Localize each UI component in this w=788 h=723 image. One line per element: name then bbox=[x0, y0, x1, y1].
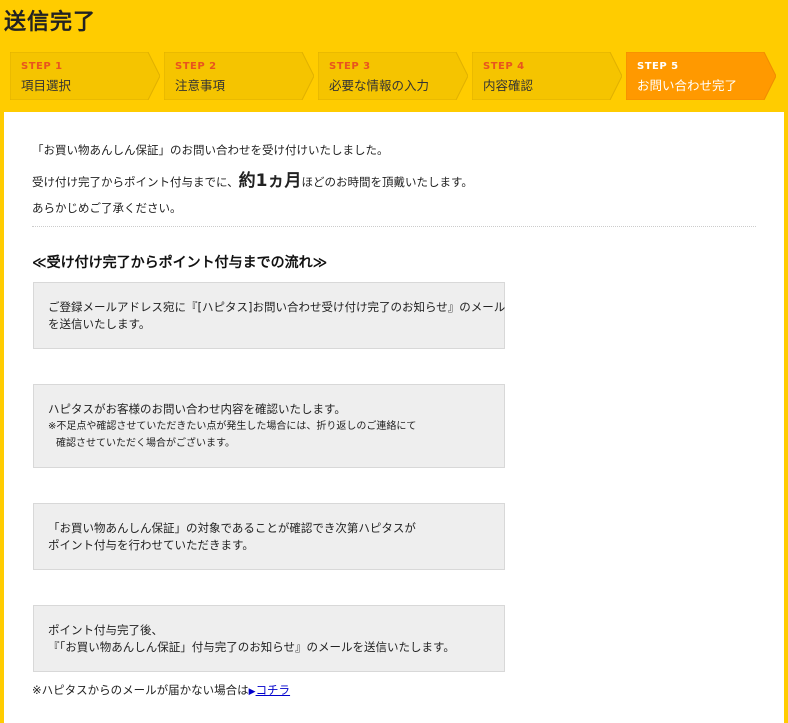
flow-heading: ≪受け付け完了からポイント付与までの流れ≫ bbox=[32, 255, 328, 271]
flow-step-2-note-2: 確認させていただく場合がございます。 bbox=[56, 438, 235, 449]
step-4: STEP 4 内容確認 bbox=[472, 52, 622, 100]
intro-line-2-post: ほどのお時間を頂戴いたします。 bbox=[301, 175, 473, 189]
flow-step-4-line-2: 『「お買い物あんしん保証」付与完了のお知らせ』のメールを送信いたします。 bbox=[48, 640, 455, 654]
link-arrow-icon: ▶ bbox=[248, 687, 256, 697]
intro-line-2-pre: 受け付け完了からポイント付与までに、 bbox=[32, 175, 239, 189]
contact-link[interactable]: コチラ bbox=[256, 683, 291, 697]
flow-step-1-line-1: ご登録メールアドレス宛に『[ハピタス]お問い合わせ受け付け完了のお知らせ』のメー… bbox=[48, 300, 506, 314]
step-5: STEP 5 お問い合わせ完了 bbox=[626, 52, 776, 100]
step-3-label: 必要な情報の入力 bbox=[329, 78, 430, 93]
contact-note: ※ハピタスからのメールが届かない場合は▶コチラ bbox=[32, 682, 290, 698]
step-3: STEP 3 必要な情報の入力 bbox=[318, 52, 468, 100]
intro-line-1: 「お買い物あんしん保証」のお問い合わせを受け付けいたしました。 bbox=[32, 143, 389, 157]
step-3-number: STEP 3 bbox=[329, 61, 371, 72]
page-title: 送信完了 bbox=[4, 10, 97, 35]
flow-step-3-line-1: 「お買い物あんしん保証」の対象であることが確認でき次第ハピタスが bbox=[48, 521, 416, 535]
flow-step-box-3: 「お買い物あんしん保証」の対象であることが確認でき次第ハピタスが ポイント付与を… bbox=[33, 503, 505, 570]
flow-step-box-4: ポイント付与完了後、 『「お買い物あんしん保証」付与完了のお知らせ』のメールを送… bbox=[33, 605, 505, 672]
intro-period-emphasis: 約1ヵ月 bbox=[238, 171, 302, 191]
step-2: STEP 2 注意事項 bbox=[164, 52, 314, 100]
flow-step-4-line-1: ポイント付与完了後、 bbox=[48, 623, 163, 637]
step-5-label: お問い合わせ完了 bbox=[637, 78, 738, 93]
flow-step-box-1: ご登録メールアドレス宛に『[ハピタス]お問い合わせ受け付け完了のお知らせ』のメー… bbox=[33, 282, 505, 349]
step-1-label: 項目選択 bbox=[21, 78, 72, 93]
step-2-label: 注意事項 bbox=[175, 78, 226, 93]
step-5-number: STEP 5 bbox=[637, 61, 679, 72]
step-4-label: 内容確認 bbox=[483, 78, 534, 93]
step-progress-bar: STEP 1 項目選択 STEP 2 注意事項 STEP 3 必要な情報の入力 … bbox=[10, 52, 780, 100]
intro-line-2: 受け付け完了からポイント付与までに、約1ヵ月ほどのお時間を頂戴いたします。 bbox=[32, 166, 473, 191]
main-content: 「お買い物あんしん保証」のお問い合わせを受け付けいたしました。 受け付け完了から… bbox=[4, 112, 784, 723]
step-1-number: STEP 1 bbox=[21, 61, 63, 72]
flow-step-box-2: ハピタスがお客様のお問い合わせ内容を確認いたします。 ※不足点や確認させていただ… bbox=[33, 384, 505, 468]
contact-note-text: ※ハピタスからのメールが届かない場合は bbox=[32, 683, 249, 697]
step-4-number: STEP 4 bbox=[483, 61, 525, 72]
intro-line-3: あらかじめご了承ください。 bbox=[32, 201, 182, 215]
flow-step-3-line-2: ポイント付与を行わせていただきます。 bbox=[48, 538, 254, 552]
divider bbox=[32, 226, 756, 227]
step-1: STEP 1 項目選択 bbox=[10, 52, 160, 100]
flow-step-2-note-1: ※不足点や確認させていただきたい点が発生した場合には、折り返しのご連絡にて bbox=[48, 421, 417, 432]
step-2-number: STEP 2 bbox=[175, 61, 217, 72]
flow-step-2-line-1: ハピタスがお客様のお問い合わせ内容を確認いたします。 bbox=[48, 402, 346, 416]
flow-step-1-line-2: を送信いたします。 bbox=[48, 317, 151, 331]
